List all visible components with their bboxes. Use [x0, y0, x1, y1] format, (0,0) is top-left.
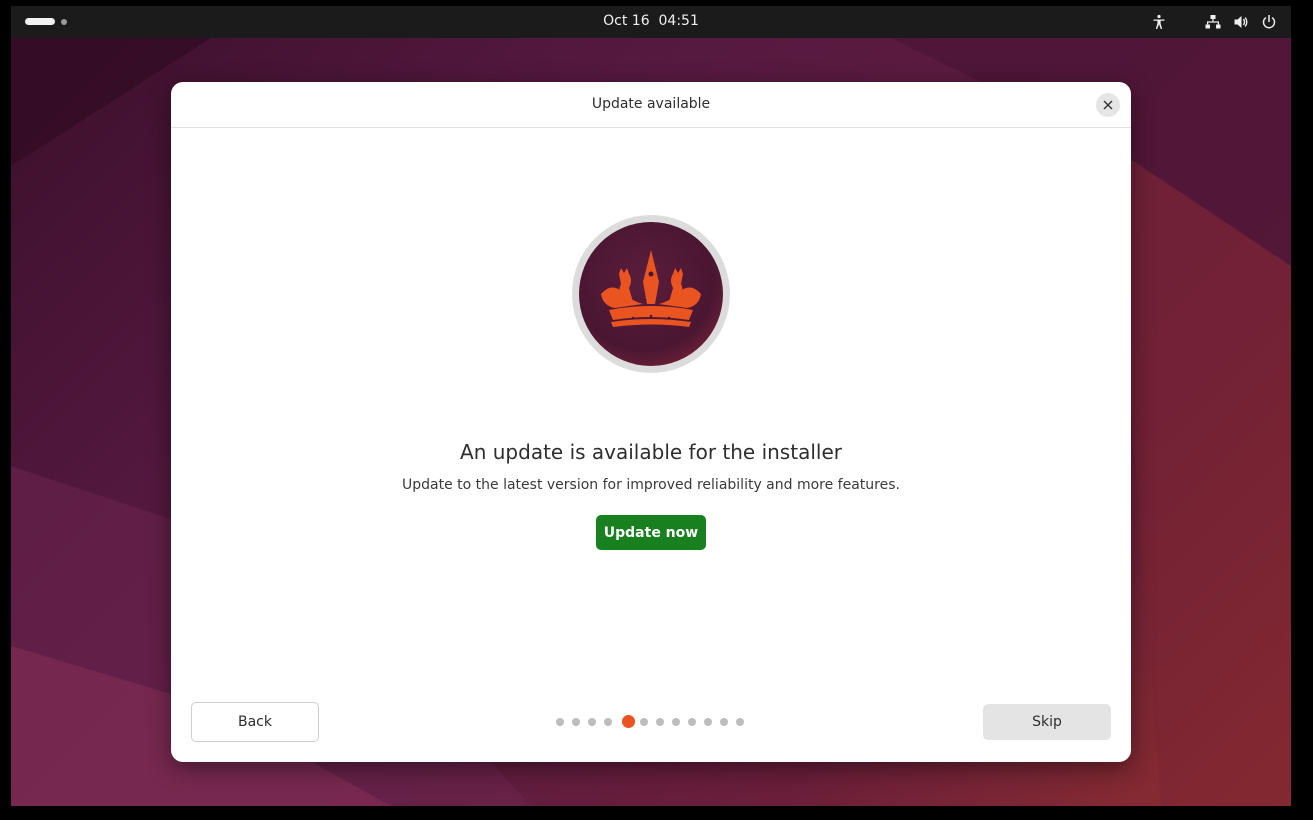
network-icon[interactable]: [1205, 14, 1221, 30]
volume-icon[interactable]: [1233, 14, 1249, 30]
desktop: Oct 16 04:51 Update available An update …: [11, 6, 1291, 806]
pager-dot: [688, 718, 696, 726]
close-button[interactable]: [1096, 93, 1120, 117]
power-icon[interactable]: [1261, 14, 1277, 30]
clock[interactable]: Oct 16 04:51: [11, 13, 1291, 29]
step-pager: [556, 714, 746, 730]
update-dialog: Update available An update is available …: [171, 82, 1131, 762]
dialog-header: Update available: [171, 82, 1131, 128]
pager-dot: [672, 718, 680, 726]
pager-dot: [556, 718, 564, 726]
system-tray[interactable]: [1151, 12, 1277, 32]
pager-dot: [704, 718, 712, 726]
update-description: Update to the latest version for improve…: [402, 477, 900, 493]
skip-button[interactable]: Skip: [983, 704, 1111, 740]
pager-dot: [640, 718, 648, 726]
close-icon: [1103, 100, 1113, 110]
pager-dot: [656, 718, 664, 726]
pager-dot: [736, 718, 744, 726]
update-now-button[interactable]: Update now: [596, 515, 706, 550]
ubuntu-crown-emblem-icon: [572, 215, 730, 373]
back-button[interactable]: Back: [191, 702, 319, 742]
pager-dot: [604, 718, 612, 726]
top-bar: Oct 16 04:51: [11, 6, 1291, 38]
dialog-title: Update available: [591, 96, 711, 112]
pager-dot: [588, 718, 596, 726]
pager-dot-active: [622, 715, 635, 728]
pager-dot: [720, 718, 728, 726]
update-headline: An update is available for the installer: [460, 440, 842, 464]
pager-dot: [572, 718, 580, 726]
accessibility-icon[interactable]: [1151, 14, 1167, 30]
